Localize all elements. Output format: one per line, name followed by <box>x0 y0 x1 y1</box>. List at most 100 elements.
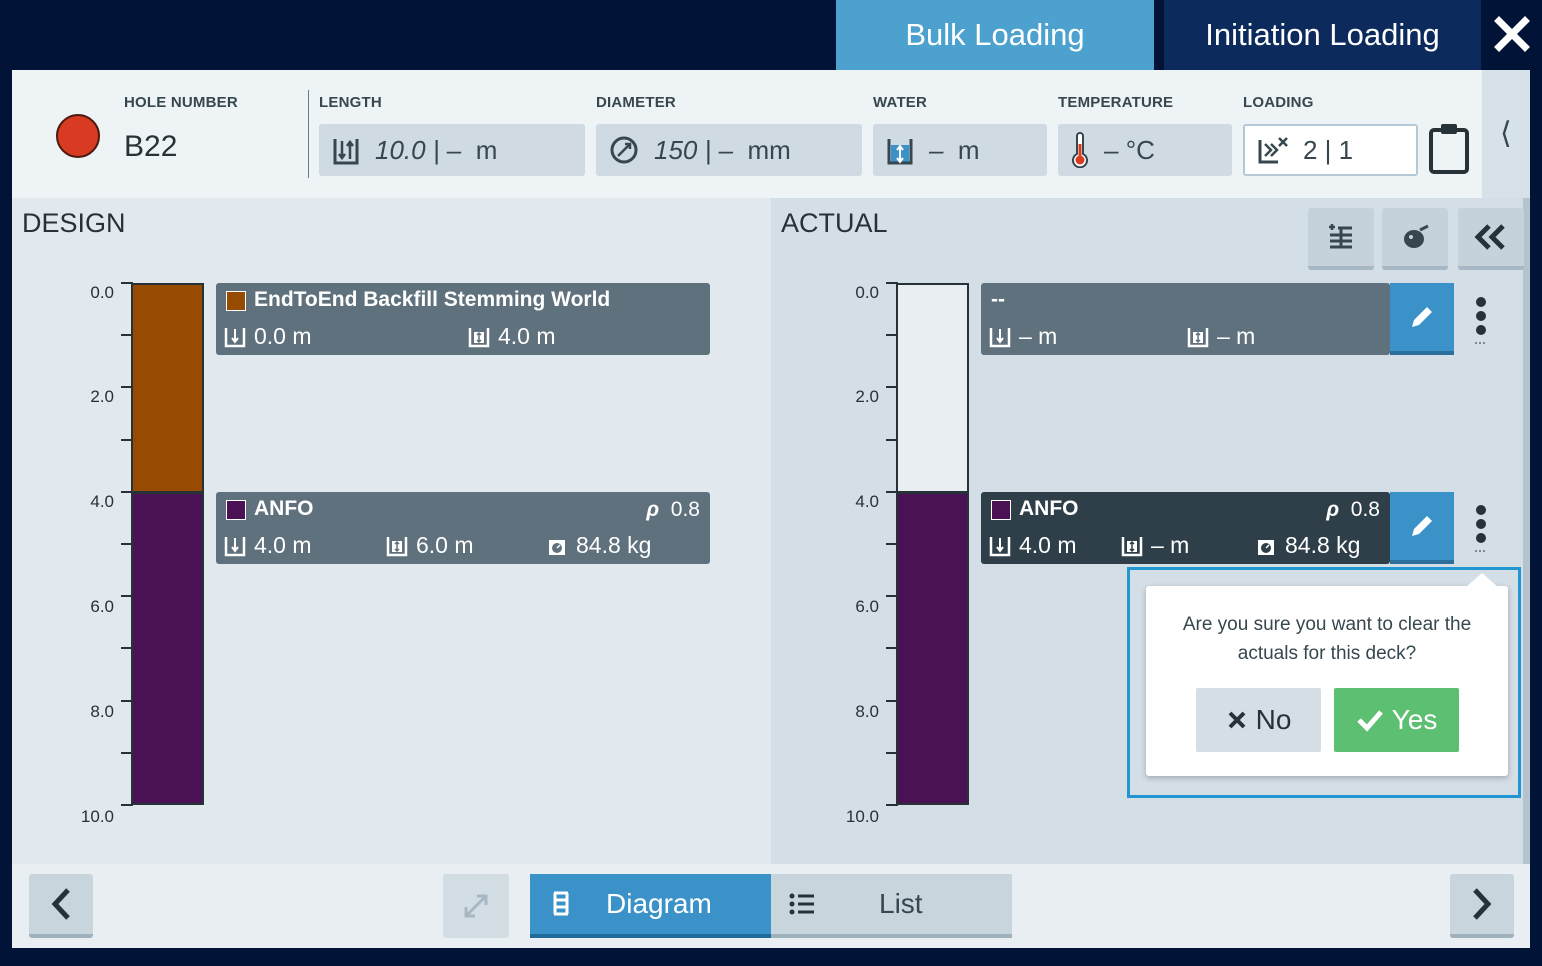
collapse-panel-button[interactable] <box>1458 208 1524 270</box>
density-icon: ρ <box>646 498 660 521</box>
actual-axis-label: 0.0 <box>855 283 879 302</box>
deck-length-icon <box>386 536 408 556</box>
deck-length-icon <box>468 327 490 347</box>
length-field[interactable]: 10.0 | – m <box>319 124 585 176</box>
explosive-icon <box>1404 224 1429 248</box>
deck-from-value: 4.0 m <box>1019 532 1077 558</box>
deck-length: 4.0 m <box>468 323 556 350</box>
depth-from-icon <box>989 327 1011 347</box>
water-label: WATER <box>873 94 928 111</box>
actual-empty-segment[interactable] <box>896 283 969 493</box>
deck-density-value: 0.8 <box>1350 498 1380 521</box>
depth-from-icon <box>989 536 1011 556</box>
deck-density-value: 0.8 <box>670 498 700 521</box>
design-axis-label: 6.0 <box>90 597 114 616</box>
actual-deck-card-anfo[interactable]: ANFO ρ 0.8 4.0 m – m 84.8 kg <box>981 492 1390 564</box>
deck-mass: 84.8 kg <box>546 532 651 559</box>
view-list-label: List <box>879 888 923 919</box>
deck-name: EndToEnd Backfill Stemming World <box>254 288 611 311</box>
deck-from-value: – m <box>1019 323 1058 349</box>
deck-name: ANFO <box>254 497 314 520</box>
list-icon <box>789 893 814 915</box>
length-value: 10.0 | – <box>375 134 462 165</box>
design-title: DESIGN <box>22 208 126 238</box>
design-axis-label: 0.0 <box>90 283 114 302</box>
clipboard-icon <box>1429 124 1469 174</box>
edit-deck-button[interactable] <box>1390 492 1454 564</box>
tab-initiation-loading[interactable]: Initiation Loading <box>1164 0 1481 70</box>
density-icon: ρ <box>1326 498 1340 521</box>
depth-from-icon <box>224 327 246 347</box>
deck-length-value: – m <box>1217 323 1256 349</box>
design-stemming-segment[interactable] <box>131 283 204 493</box>
deck-more-button[interactable] <box>1474 504 1488 557</box>
pencil-icon <box>1412 307 1432 327</box>
diagram-icon <box>553 891 569 916</box>
view-list-button[interactable]: List <box>771 874 1012 938</box>
actual-deck-card-empty[interactable]: -- – m – m <box>981 283 1390 355</box>
primer-button[interactable] <box>1382 208 1448 270</box>
confirm-no-label: No <box>1255 704 1292 735</box>
actual-title: ACTUAL <box>781 208 888 238</box>
confirm-yes-label: Yes <box>1391 704 1438 735</box>
deck-more-button[interactable] <box>1474 296 1488 349</box>
weight-icon <box>549 539 565 555</box>
loading-icon <box>1258 137 1288 164</box>
deck-name: -- <box>991 288 1005 311</box>
header-divider <box>308 90 309 178</box>
pencil-icon <box>1412 516 1432 536</box>
tab-initiation-loading-label: Initiation Loading <box>1205 17 1440 52</box>
deck-density: ρ 0.8 <box>1326 498 1380 522</box>
edit-deck-button[interactable] <box>1390 283 1454 355</box>
more-vertical-icon <box>1475 505 1487 552</box>
deck-name: ANFO <box>1019 497 1079 520</box>
deck-length-value: – m <box>1151 532 1190 558</box>
expand-button[interactable] <box>443 874 509 938</box>
next-hole-button[interactable] <box>1450 874 1514 938</box>
loading-field[interactable]: 2 | 1 <box>1243 124 1418 176</box>
deck-color-swatch <box>226 291 246 311</box>
water-unit: m <box>957 134 980 165</box>
weight-icon <box>1258 539 1274 555</box>
water-icon <box>887 139 913 165</box>
deck-length-icon <box>1121 536 1143 556</box>
length-label: LENGTH <box>319 94 382 111</box>
design-axis-label: 2.0 <box>90 387 114 406</box>
temperature-field[interactable]: – °C <box>1058 124 1232 176</box>
length-unit: m <box>475 134 498 165</box>
deck-from: 4.0 m <box>224 532 312 559</box>
add-deck-button[interactable] <box>1308 208 1374 270</box>
design-axis-label: 10.0 <box>80 807 114 826</box>
clipboard-button[interactable] <box>1428 122 1470 179</box>
previous-hole-button[interactable] <box>29 874 93 938</box>
design-deck-card-stemming[interactable]: EndToEnd Backfill Stemming World 0.0 m 4… <box>216 283 710 355</box>
header-collapse-button[interactable]: ⟨ <box>1500 116 1512 151</box>
actual-anfo-segment[interactable] <box>896 492 969 805</box>
diameter-icon <box>610 136 638 164</box>
hole-number-value: B22 <box>124 130 178 163</box>
temperature-label: TEMPERATURE <box>1058 94 1174 111</box>
view-diagram-label: Diagram <box>606 888 712 919</box>
confirm-yes-button[interactable]: Yes <box>1334 688 1459 752</box>
tab-bulk-loading-label: Bulk Loading <box>905 17 1085 52</box>
deck-mass-value: 84.8 kg <box>1285 532 1361 558</box>
actual-axis-label: 4.0 <box>855 492 879 511</box>
pane-scrollbar[interactable] <box>1523 198 1530 864</box>
deck-length: 6.0 m <box>386 532 474 559</box>
view-diagram-button[interactable]: Diagram <box>530 874 771 938</box>
design-deck-card-anfo[interactable]: ANFO ρ 0.8 4.0 m 6.0 m 84.8 kg <box>216 492 710 564</box>
close-button[interactable] <box>1490 12 1534 56</box>
diameter-label: DIAMETER <box>596 94 676 111</box>
deck-mass: 84.8 kg <box>1255 532 1360 559</box>
deck-length-value: 6.0 m <box>416 532 474 558</box>
water-field[interactable]: – m <box>873 124 1047 176</box>
confirm-no-button[interactable]: No <box>1196 688 1321 752</box>
design-anfo-segment[interactable] <box>131 492 204 805</box>
actual-axis-label: 8.0 <box>855 702 879 721</box>
diameter-field[interactable]: 150 | – mm <box>596 124 862 176</box>
deck-from: 0.0 m <box>224 323 312 350</box>
double-chevron-left-icon <box>1474 224 1505 250</box>
deck-length: – m <box>1187 323 1255 350</box>
actual-axis-label: 2.0 <box>855 387 879 406</box>
tab-bulk-loading[interactable]: Bulk Loading <box>836 0 1154 70</box>
